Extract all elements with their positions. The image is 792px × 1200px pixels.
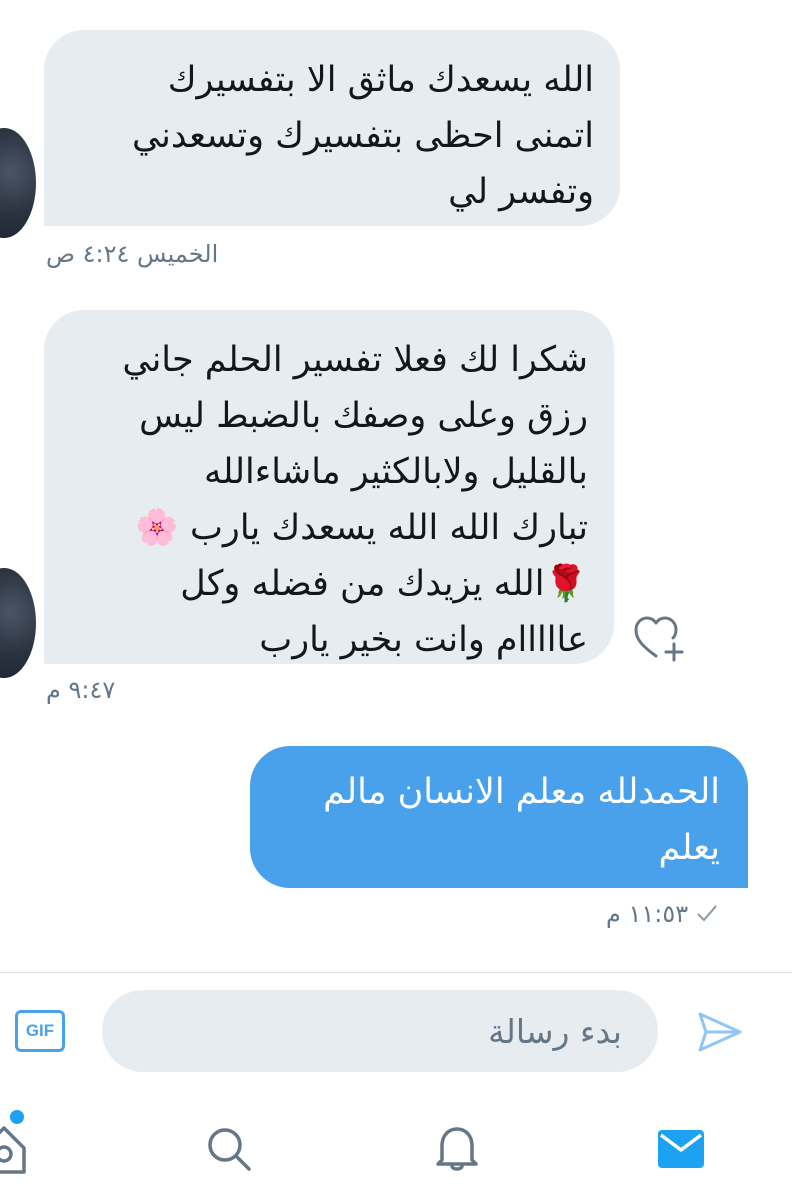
contact-avatar[interactable] — [0, 568, 36, 678]
gif-button[interactable]: GIF — [15, 1010, 65, 1052]
composer-divider — [0, 972, 792, 973]
message-input-placeholder: بدء رسالة — [488, 1011, 622, 1051]
heart-add-icon[interactable] — [632, 614, 686, 662]
gif-label: GIF — [25, 1021, 55, 1040]
checkmark-icon — [696, 900, 718, 928]
home-icon[interactable] — [0, 1120, 28, 1176]
message-status-row: ١١:٥٣ م — [606, 900, 726, 928]
mail-icon[interactable] — [658, 1130, 704, 1168]
incoming-message-bubble[interactable]: شكرا لك فعلا تفسير الحلم جاني رزق وعلى و… — [44, 310, 614, 664]
message-timestamp: الخميس ٤:٢٤ ص — [46, 240, 219, 268]
incoming-message-bubble[interactable]: الله يسعدك ماثق الا بتفسيرك اتمنى احظى ب… — [44, 30, 620, 226]
outgoing-message-bubble[interactable]: الحمدلله معلم الانسان مالم يعلم — [250, 746, 748, 888]
message-timestamp: ١١:٥٣ م — [606, 900, 689, 928]
search-icon[interactable] — [206, 1126, 252, 1172]
send-icon[interactable] — [696, 1008, 744, 1056]
contact-avatar[interactable] — [0, 128, 36, 238]
message-input[interactable]: بدء رسالة — [102, 990, 658, 1072]
bell-icon[interactable] — [434, 1124, 480, 1172]
message-timestamp: ٩:٤٧ م — [46, 676, 116, 704]
